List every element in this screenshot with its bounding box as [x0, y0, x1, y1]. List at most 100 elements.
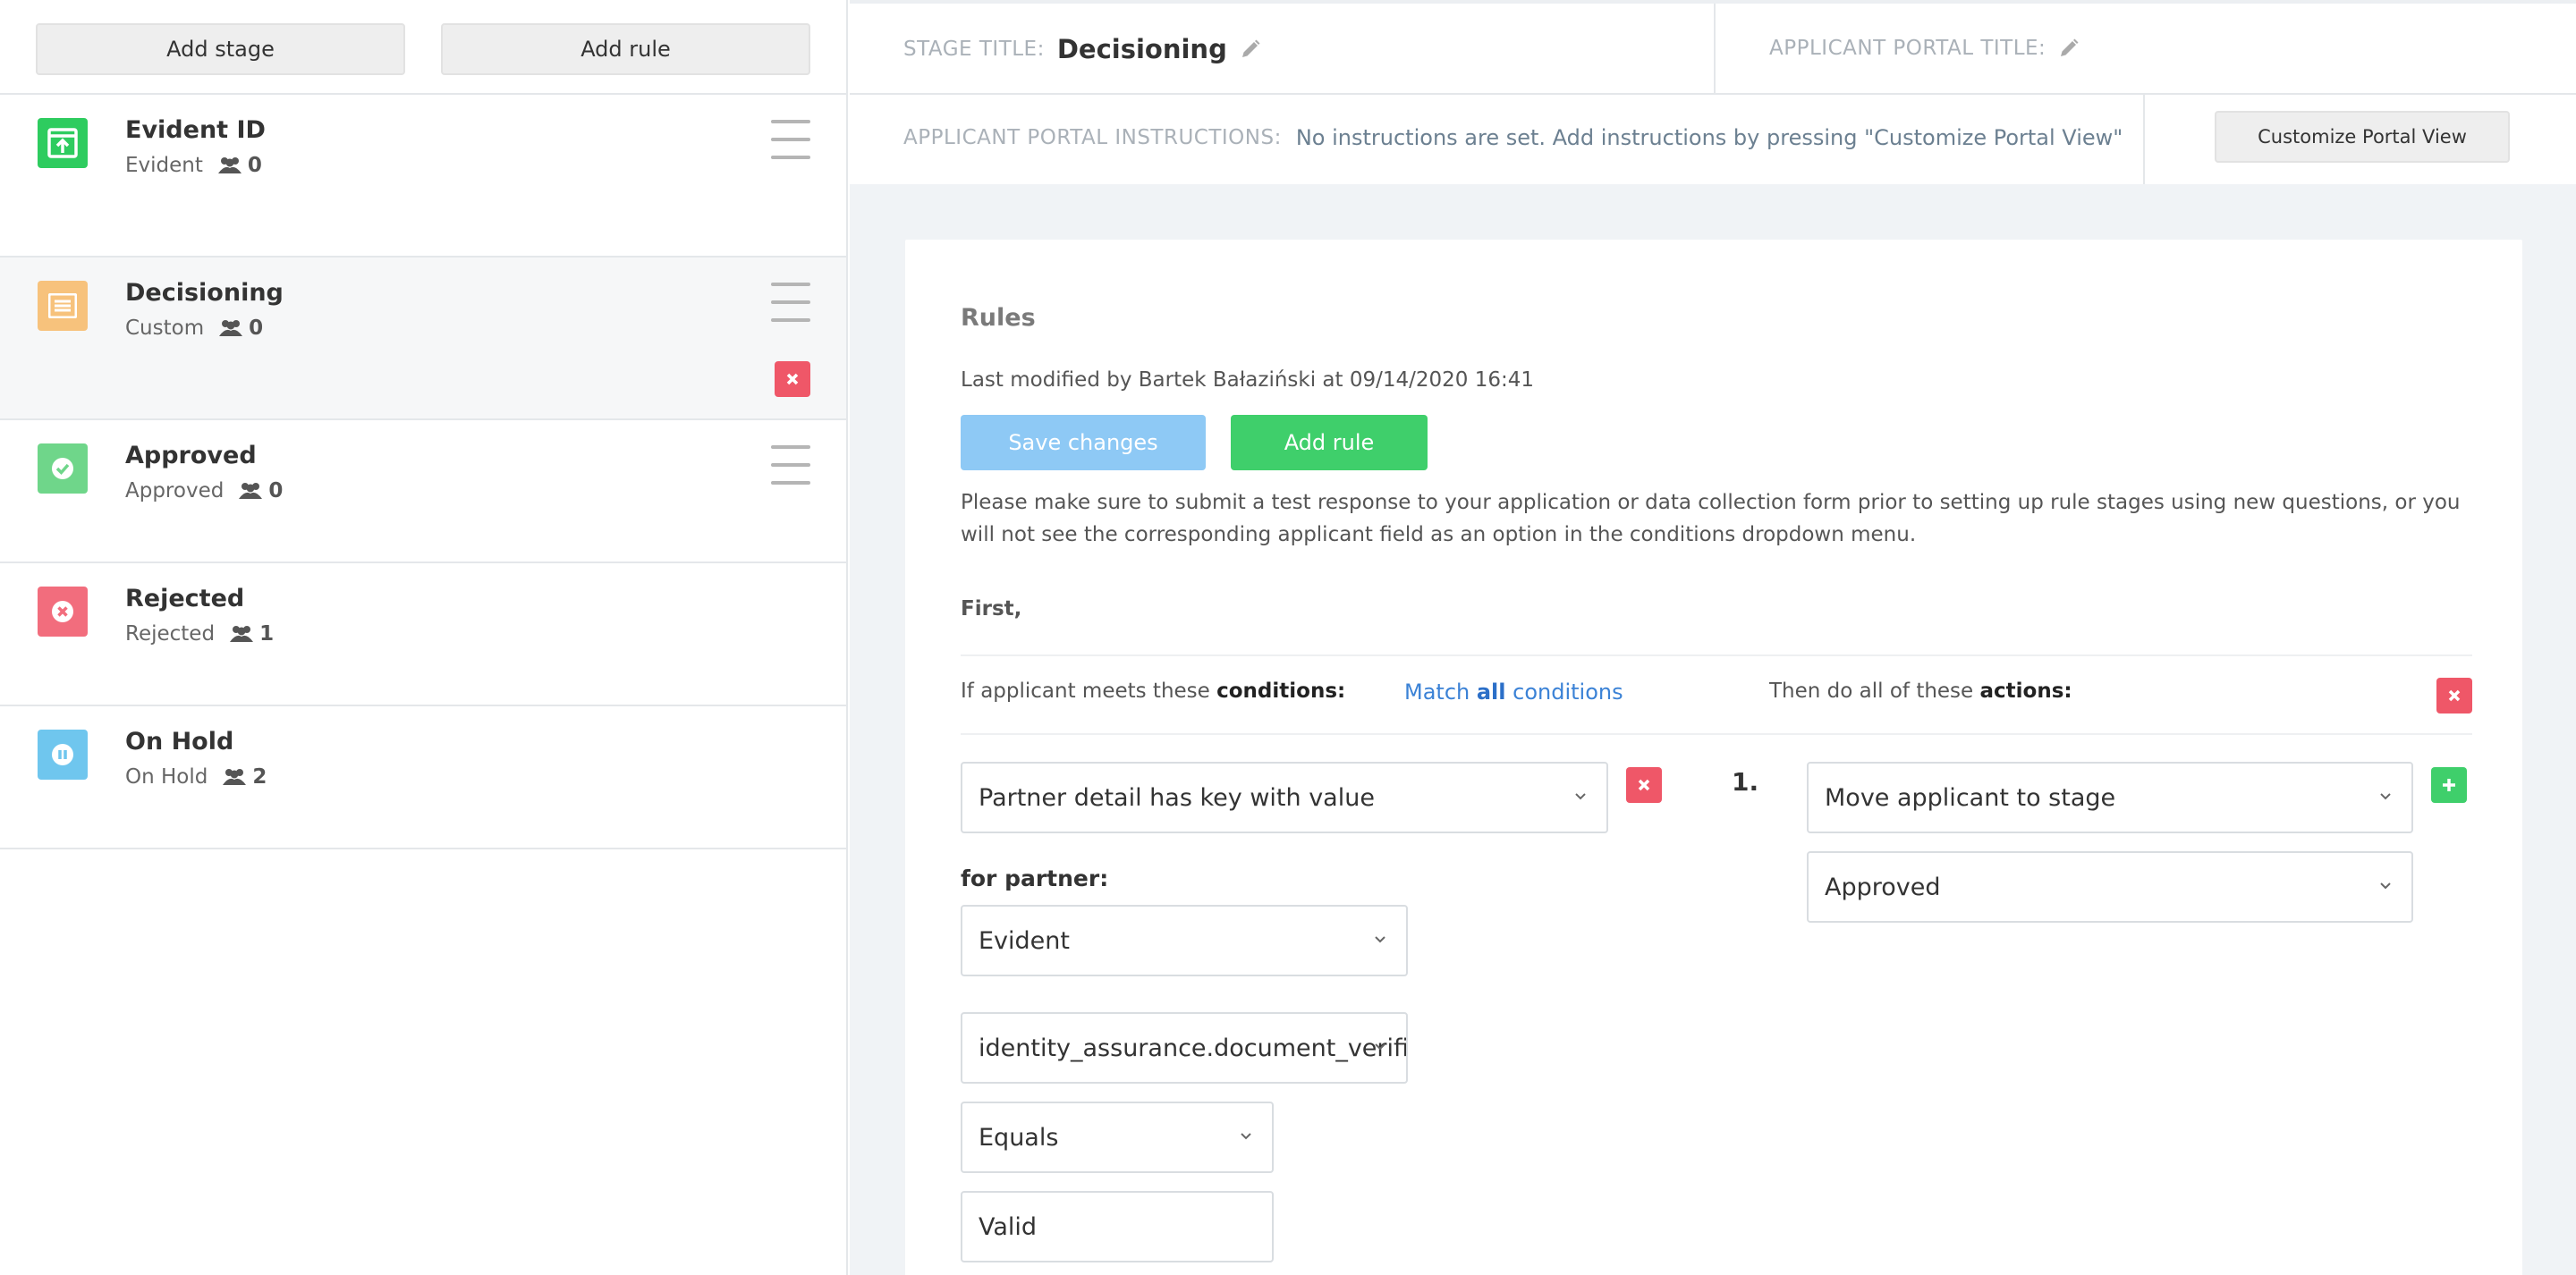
conditions-prefix: If applicant meets these: [961, 680, 1217, 703]
stage-title-field: STAGE TITLE: Decisioning: [903, 34, 1261, 64]
stage-count: 0: [247, 154, 262, 177]
target-stage-value: Approved: [1825, 873, 1941, 901]
pencil-icon[interactable]: [2058, 38, 2080, 59]
action-select[interactable]: Move applicant to stage: [1807, 762, 2413, 833]
chevron-down-icon: [1375, 1043, 1385, 1051]
x-circle-icon: [38, 587, 88, 637]
add-stage-button[interactable]: Add stage: [36, 23, 405, 75]
stage-editor: STAGE TITLE: Decisioning APPLICANT PORTA…: [850, 0, 2576, 1275]
add-rule-button[interactable]: Add rule: [1231, 415, 1428, 470]
stage-item-decisioning[interactable]: Decisioning Custom 0: [0, 258, 846, 420]
drag-handle-icon[interactable]: [771, 283, 810, 322]
rules-note: Please make sure to submit a test respon…: [961, 491, 2461, 546]
partner-select-value: Evident: [979, 926, 1070, 955]
plus-icon: [2443, 779, 2455, 791]
close-icon: [2448, 689, 2461, 702]
stage-item-rejected[interactable]: Rejected Rejected 1: [0, 563, 846, 706]
users-icon: [217, 157, 242, 173]
partner-select[interactable]: Evident: [961, 905, 1408, 976]
applicant-count: 0: [217, 154, 262, 177]
users-icon: [219, 320, 243, 336]
close-icon: [786, 373, 799, 385]
stage-header: STAGE TITLE: Decisioning APPLICANT PORTA…: [850, 0, 2576, 95]
applicant-count: 0: [238, 479, 283, 502]
stage-type: Rejected: [125, 622, 216, 646]
drag-handle-icon[interactable]: [771, 445, 810, 485]
stage-count: 0: [268, 479, 284, 502]
stage-title: Approved: [125, 442, 257, 469]
sidebar-toolbar: Add stage Add rule: [0, 0, 846, 95]
add-rule-sidebar-button[interactable]: Add rule: [441, 23, 810, 75]
condition-select[interactable]: Partner detail has key with value: [961, 762, 1608, 833]
condition-select-value: Partner detail has key with value: [979, 783, 1375, 812]
rule-header-row: If applicant meets these conditions: Mat…: [961, 654, 2472, 735]
stage-title: Rejected: [125, 585, 245, 612]
applicant-count: 1: [229, 622, 274, 646]
chevron-down-icon: [1241, 1133, 1251, 1140]
users-icon: [223, 769, 247, 785]
drag-handle-icon[interactable]: [771, 120, 810, 159]
match-suffix: conditions: [1505, 680, 1623, 705]
condition-value-input[interactable]: Valid: [961, 1191, 1274, 1262]
stage-title: Decisioning: [125, 279, 284, 307]
conditions-heading: If applicant meets these conditions:: [961, 680, 1345, 703]
actions-bold: actions:: [1979, 680, 2072, 703]
upload-box-icon: [38, 118, 88, 168]
stage-type: Evident: [125, 154, 203, 177]
portal-title-label: APPLICANT PORTAL TITLE:: [1769, 37, 2046, 60]
match-all-conditions-link[interactable]: Match all conditions: [1404, 680, 1623, 705]
stage-title: On Hold: [125, 728, 234, 756]
applicant-count: 0: [218, 317, 263, 340]
instructions-label: APPLICANT PORTAL INSTRUCTIONS:: [903, 126, 1282, 149]
delete-stage-button[interactable]: [775, 361, 810, 397]
customize-portal-view-button[interactable]: Customize Portal View: [2215, 111, 2510, 163]
chevron-down-icon: [1375, 936, 1385, 943]
save-changes-button[interactable]: Save changes: [961, 415, 1206, 470]
users-icon: [239, 483, 263, 499]
stage-title-value: Decisioning: [1056, 34, 1227, 64]
stage-count: 0: [249, 317, 264, 340]
close-icon: [1638, 779, 1650, 791]
portal-title-field: APPLICANT PORTAL TITLE:: [1714, 4, 2080, 93]
match-prefix: Match: [1404, 680, 1477, 705]
stage-item-approved[interactable]: Approved Approved 0: [0, 420, 846, 563]
stage-item-evident-id[interactable]: Evident ID Evident 0: [0, 95, 846, 258]
customize-section: Customize Portal View: [2143, 95, 2576, 184]
applicant-count: 2: [222, 765, 267, 789]
action-number: 1.: [1732, 767, 1759, 797]
partner-key-select[interactable]: identity_assurance.document_verification: [961, 1012, 1408, 1084]
list-icon: [38, 281, 88, 331]
stage-type: Custom: [125, 317, 205, 340]
stage-meta: Evident 0: [125, 154, 262, 177]
pause-circle-icon: [38, 730, 88, 780]
condition-value: Valid: [979, 1212, 1038, 1241]
check-circle-icon: [38, 443, 88, 494]
rules-title: Rules: [961, 304, 1036, 332]
stages-sidebar: Add stage Add rule Evident ID Evident 0 …: [0, 0, 848, 1275]
pencil-icon[interactable]: [1240, 38, 1261, 60]
rule-order-label: First,: [961, 597, 1022, 621]
stage-type: On Hold: [125, 765, 208, 789]
add-action-button[interactable]: [2431, 767, 2467, 803]
target-stage-select[interactable]: Approved: [1807, 851, 2413, 923]
portal-instructions: APPLICANT PORTAL INSTRUCTIONS: No instru…: [903, 125, 2123, 150]
for-partner-label: for partner:: [961, 865, 1109, 891]
match-bold: all: [1476, 680, 1506, 705]
chevron-down-icon: [1575, 793, 1586, 800]
stage-type: Approved: [125, 479, 225, 502]
action-select-value: Move applicant to stage: [1825, 783, 2116, 812]
partner-key-value: identity_assurance.document_verification: [979, 1034, 1406, 1062]
chevron-down-icon: [2380, 882, 2391, 890]
last-modified: Last modified by Bartek Bałaziński at 09…: [961, 368, 1535, 392]
stage-item-on-hold[interactable]: On Hold On Hold 2: [0, 706, 846, 849]
rules-card: Rules Last modified by Bartek Bałaziński…: [905, 240, 2522, 1275]
users-icon: [230, 626, 254, 642]
portal-instructions-bar: APPLICANT PORTAL INSTRUCTIONS: No instru…: [850, 95, 2576, 184]
operator-select-value: Equals: [979, 1123, 1059, 1152]
stage-count: 1: [259, 622, 275, 646]
instructions-value: No instructions are set. Add instruction…: [1295, 125, 2123, 150]
operator-select[interactable]: Equals: [961, 1102, 1274, 1173]
delete-rule-button[interactable]: [2436, 678, 2472, 713]
delete-condition-button[interactable]: [1626, 767, 1662, 803]
stage-meta: Rejected 1: [125, 622, 274, 646]
